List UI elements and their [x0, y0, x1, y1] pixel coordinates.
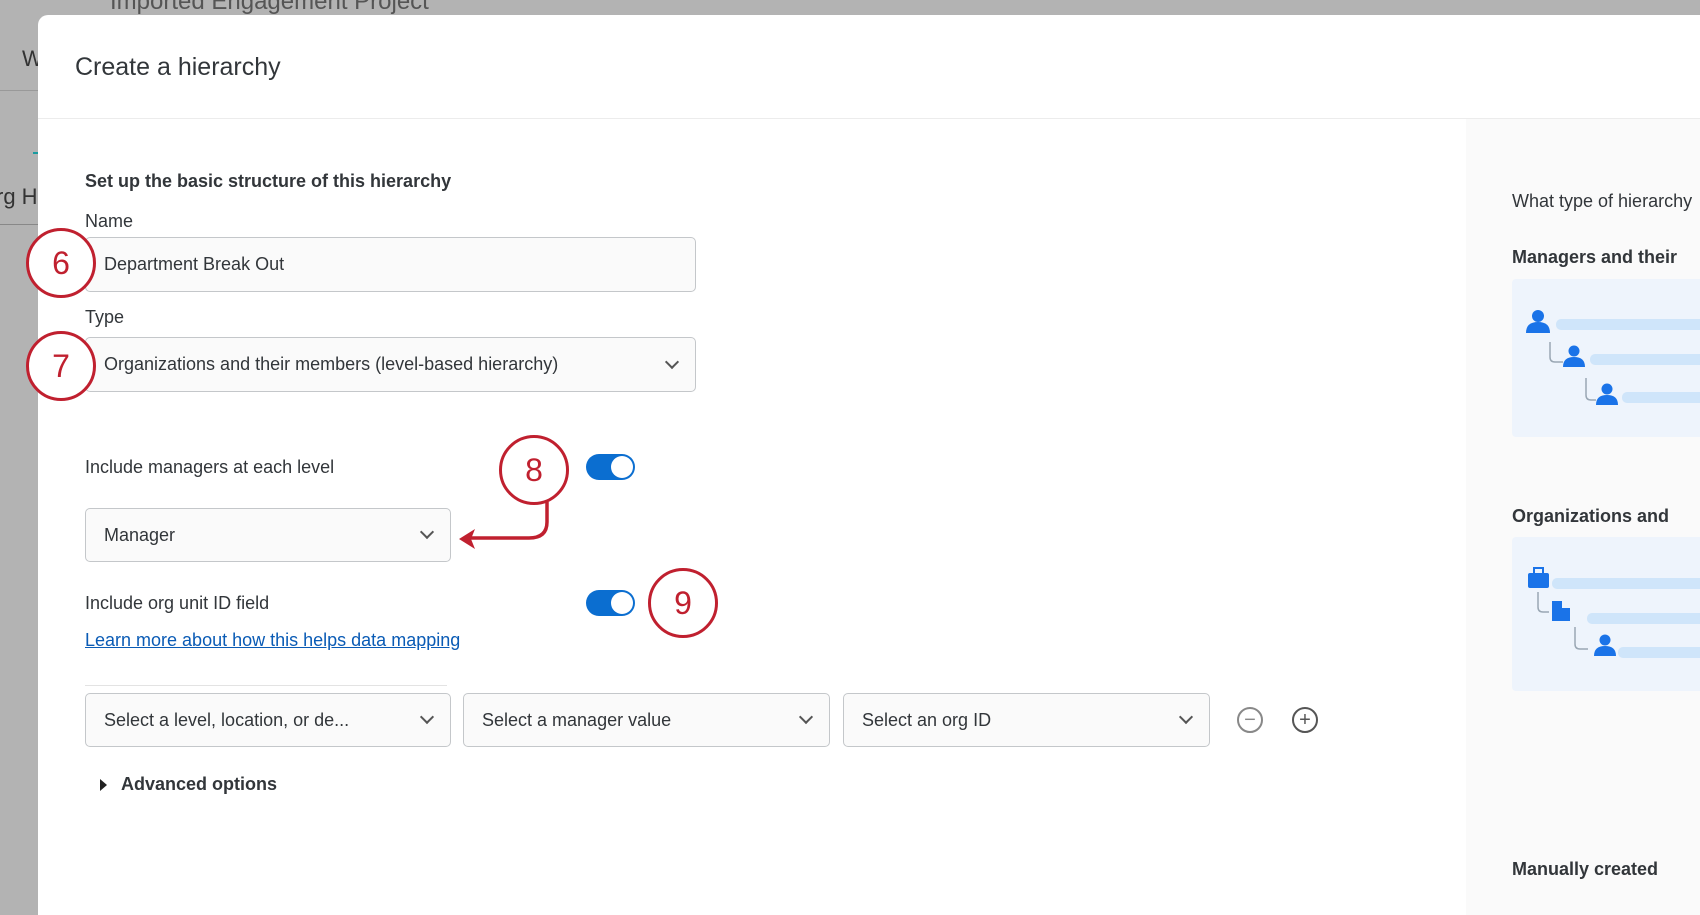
panel-question: What type of hierarchy	[1512, 191, 1693, 211]
option-organizations-title: Organizations and	[1512, 506, 1670, 526]
add-row-button[interactable]: +	[1292, 707, 1318, 733]
organizations-illustration[interactable]	[1512, 537, 1700, 691]
chevron-down-icon	[664, 354, 680, 369]
annotation-marker-9: 9	[648, 568, 718, 638]
org-id-placeholder: Select an org ID	[862, 709, 992, 730]
manager-value-select[interactable]: Select a manager value	[463, 693, 830, 747]
divider	[0, 90, 38, 91]
divider	[85, 685, 447, 686]
type-select[interactable]: Organizations and their members (level-b…	[85, 337, 696, 392]
annotation-marker-8: 8	[499, 435, 569, 505]
option-managers-title: Managers and their	[1512, 247, 1678, 267]
name-label: Name	[85, 211, 134, 231]
toggle-knob	[611, 592, 633, 614]
advanced-options-toggle[interactable]: Advanced options	[121, 774, 277, 795]
level-select[interactable]: Select a level, location, or de...	[85, 693, 451, 747]
organizations-tree-illustration	[1528, 567, 1700, 658]
modal-header: Create a hierarchy	[38, 15, 1700, 119]
chevron-down-icon	[419, 709, 435, 725]
hierarchy-type-panel: What type of hierarchy Managers and thei…	[1466, 119, 1700, 915]
manager-placeholder: Select a manager value	[482, 709, 672, 730]
section-title: Set up the basic structure of this hiera…	[85, 171, 452, 191]
type-value: Organizations and their members (level-b…	[104, 354, 559, 374]
background-page-title: Imported Engagement Project	[110, 0, 429, 15]
divider	[0, 224, 38, 225]
name-value: Department Break Out	[104, 254, 285, 274]
chevron-down-icon	[798, 709, 814, 725]
background-row: rg H	[0, 184, 38, 209]
name-input[interactable]: Department Break Out	[85, 237, 696, 292]
include-org-unit-toggle[interactable]	[586, 590, 635, 616]
toggle-knob	[611, 456, 633, 478]
chevron-down-icon	[419, 524, 435, 540]
org-id-select[interactable]: Select an org ID	[843, 693, 1210, 747]
option-manual-title: Manually created	[1512, 859, 1659, 879]
annotation-marker-7: 7	[26, 331, 96, 401]
include-org-unit-label: Include org unit ID field	[85, 593, 270, 613]
learn-more-link[interactable]: Learn more about how this helps data map…	[85, 630, 460, 651]
level-placeholder: Select a level, location, or de...	[104, 709, 350, 730]
plus-icon: +	[1299, 709, 1311, 731]
remove-row-button[interactable]: −	[1237, 707, 1263, 733]
minus-icon: −	[1244, 709, 1256, 731]
create-hierarchy-modal: Create a hierarchy Set up the basic stru…	[38, 15, 1700, 915]
managers-tree-illustration	[1526, 310, 1700, 405]
manager-select[interactable]: Manager	[85, 508, 451, 562]
chevron-down-icon	[1178, 709, 1194, 725]
manager-value: Manager	[104, 524, 176, 545]
include-managers-toggle[interactable]	[586, 454, 635, 480]
annotation-marker-6: 6	[26, 228, 96, 298]
include-managers-label: Include managers at each level	[85, 457, 335, 477]
type-label: Type	[85, 307, 125, 327]
caret-right-icon[interactable]	[100, 779, 107, 791]
modal-title: Create a hierarchy	[75, 53, 281, 81]
managers-illustration[interactable]	[1512, 279, 1700, 437]
